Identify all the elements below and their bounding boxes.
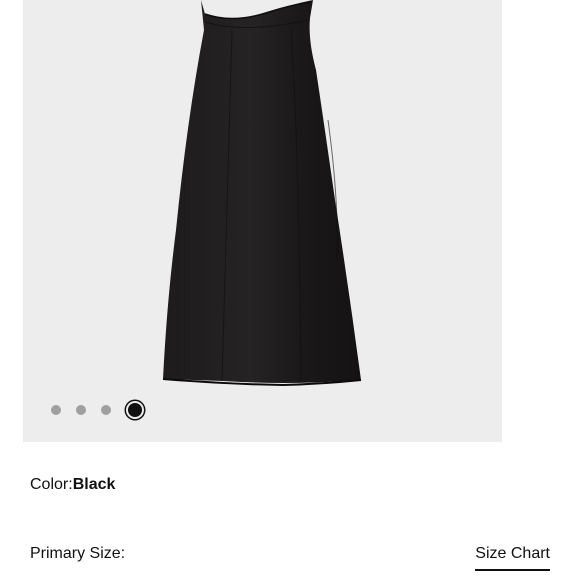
image-carousel-dots — [51, 400, 157, 420]
dress-shape — [163, 0, 361, 383]
carousel-dot-3[interactable] — [101, 405, 111, 415]
primary-size-label: Primary Size: — [30, 545, 126, 562]
product-image — [162, 0, 362, 387]
color-value: Black — [72, 476, 116, 493]
color-selection: Color:Black — [30, 474, 115, 496]
carousel-dot-2[interactable] — [76, 405, 86, 415]
product-image-panel[interactable] — [23, 0, 502, 442]
carousel-dot-4-active[interactable] — [128, 403, 142, 417]
size-chart-link[interactable]: Size Chart — [475, 543, 550, 571]
size-selection-header: Primary Size: Size Chart — [30, 543, 550, 573]
color-label: Color: — [30, 476, 73, 493]
carousel-dot-1[interactable] — [51, 405, 61, 415]
